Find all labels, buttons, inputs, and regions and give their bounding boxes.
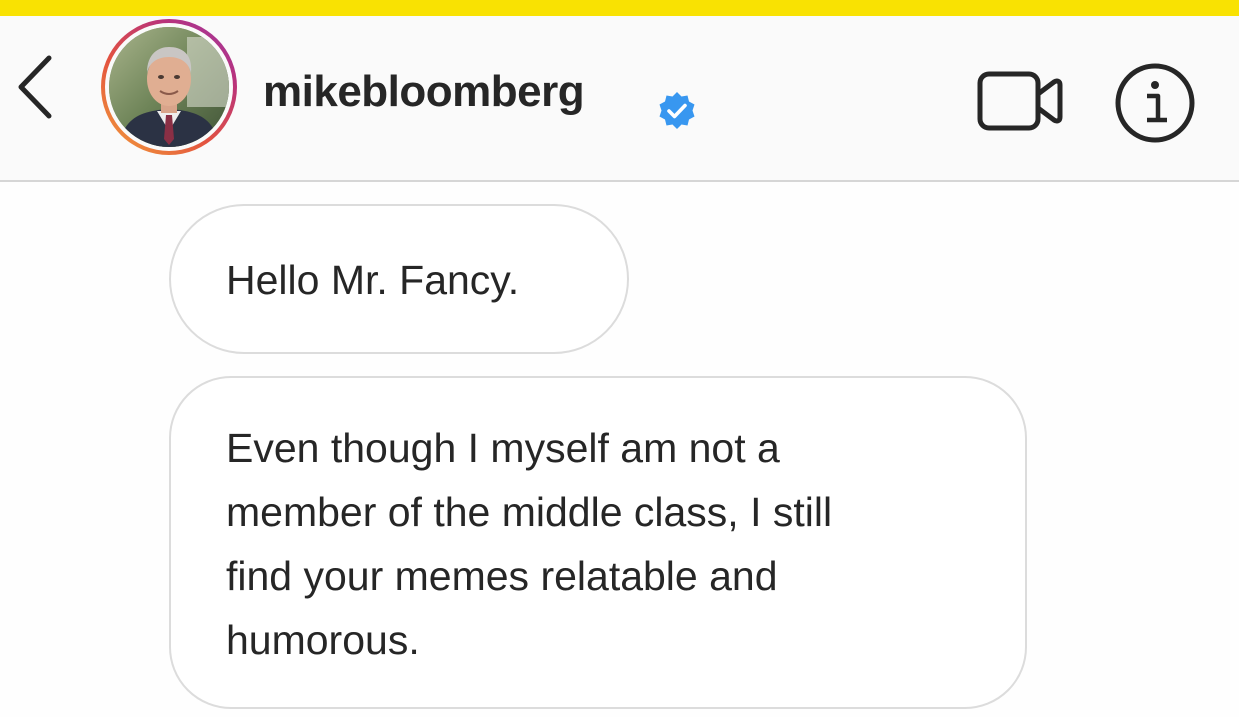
message-text: Hello Mr. Fancy.: [226, 257, 520, 303]
avatar-photo: [109, 27, 229, 147]
message-text-line: Even though I myself am not a: [226, 425, 780, 471]
message-text-line: find your memes relatable and: [226, 553, 778, 599]
back-button[interactable]: [10, 54, 60, 120]
chat-username[interactable]: mikebloomberg: [263, 62, 585, 122]
message-bubble: Hello Mr. Fancy.: [169, 204, 629, 354]
profile-avatar[interactable]: [101, 19, 237, 155]
chat-header: mikebloomberg: [0, 16, 1239, 182]
video-call-icon[interactable]: [976, 70, 1064, 132]
verified-badge-icon: [659, 92, 695, 129]
message-text-line: humorous.: [226, 617, 420, 663]
info-icon[interactable]: [1114, 62, 1196, 144]
chat-screen: mikebloomberg Hello Mr. Fancy. Even thou…: [0, 0, 1239, 717]
top-accent-bar: [0, 0, 1239, 16]
chevron-left-icon: [18, 55, 52, 119]
message-bubble: Even though I myself am not a member of …: [169, 376, 1027, 709]
message-text-line: member of the middle class, I still: [226, 489, 833, 535]
